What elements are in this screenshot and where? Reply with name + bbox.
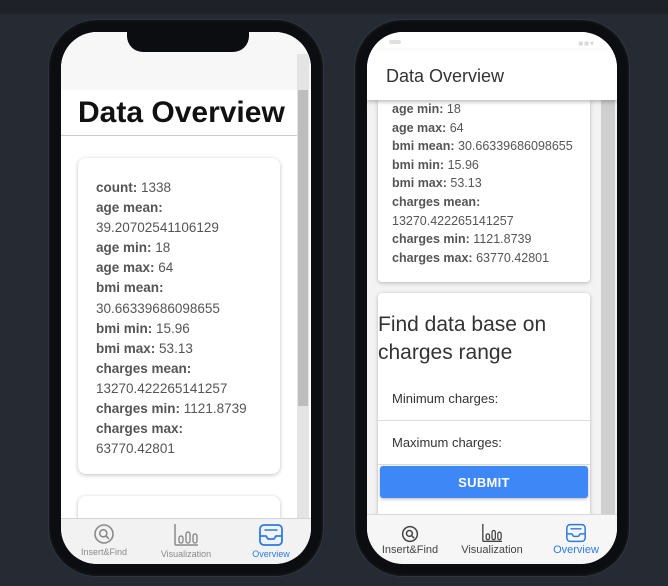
stat-charges-max: charges max: 63770.42801 <box>392 250 550 265</box>
nav-label: Overview <box>553 544 599 556</box>
right-phone-frame: ■■▾ Data Overview age min: 18 age max: 6… <box>357 22 627 574</box>
app-header: Data Overview <box>367 50 617 100</box>
nav-item-insert-find[interactable]: Insert&Find <box>367 525 455 556</box>
bar-chart-icon <box>482 523 502 542</box>
stat-charges-max: charges max: 63770.42801 <box>96 421 184 457</box>
bar-chart-icon <box>174 524 198 546</box>
stat-charges-min: charges min: 1121.8739 <box>392 232 532 247</box>
nav-label: Insert&Find <box>381 544 439 556</box>
find-section-title: Find data base on charges range <box>378 313 547 364</box>
stat-charges-mean: charges mean: 13270.422265141257 <box>392 194 514 228</box>
stat-count: count: 1338 <box>96 180 172 195</box>
stat-age-min: age min: 18 <box>392 102 461 116</box>
background-top-strip <box>0 0 668 14</box>
stat-bmi-mean: bmi mean: 30.66339686098655 <box>96 280 220 316</box>
stat-age-max: age max: 64 <box>392 120 464 135</box>
stat-bmi-max: bmi max: 53.13 <box>392 176 482 191</box>
search-icon <box>94 524 114 544</box>
status-time-placeholder <box>389 40 401 44</box>
inbox-icon <box>566 523 586 543</box>
bottom-nav: Insert&Find Visualization Overview <box>61 518 311 564</box>
maximum-charges-field[interactable]: Maximum charges: <box>378 421 590 465</box>
stat-age-mean: age mean: 39.20702541106129 <box>96 200 219 236</box>
content-area: age min: 18 age max: 64 bmi mean: 30.663… <box>367 100 617 514</box>
submit-button[interactable]: SUBMIT <box>380 466 588 498</box>
nav-label: Visualization <box>461 544 523 556</box>
page-title: Data Overview <box>78 96 285 129</box>
nav-item-visualization[interactable]: Visualization <box>447 523 537 556</box>
stat-bmi-min: bmi min: 15.96 <box>96 320 190 336</box>
minimum-charges-field[interactable]: Minimum charges: <box>378 377 590 421</box>
header-title: Data Overview <box>386 66 505 86</box>
stats-card: age min: 18 age max: 64 bmi mean: 30.663… <box>378 100 590 282</box>
right-phone-screen: ■■▾ Data Overview age min: 18 age max: 6… <box>367 32 617 564</box>
maximum-charges-input[interactable] <box>378 421 590 464</box>
left-phone-frame: Data Overview count: 1338 age mean: 39.20… <box>51 22 321 574</box>
stat-bmi-mean: bmi mean: 30.66339686098655 <box>392 139 573 154</box>
nav-label: Visualization <box>160 549 212 559</box>
stat-charges-min: charges min: 1121.8739 <box>96 401 247 417</box>
stat-bmi-max: bmi max: 53.13 <box>96 340 193 356</box>
stat-bmi-min: bmi min: 15.96 <box>392 157 479 172</box>
phone-notch <box>127 32 249 52</box>
search-icon <box>401 525 419 543</box>
nav-label: Overview <box>252 549 290 559</box>
nav-item-overview[interactable]: Overview <box>231 523 311 559</box>
inbox-icon <box>259 524 283 546</box>
nav-label: Insert&Find <box>80 547 128 557</box>
nav-item-overview[interactable]: Overview <box>531 523 617 556</box>
charges-range-card: Find data base on charges range Minimum … <box>378 293 590 514</box>
minimum-charges-input[interactable] <box>378 377 590 420</box>
stat-charges-mean: charges mean: 13270.422265141257 <box>96 360 228 396</box>
stats-card: count: 1338 age mean: 39.20702541106129 a… <box>78 158 280 474</box>
nav-item-visualization[interactable]: Visualization <box>146 523 226 559</box>
stat-age-max: age max: 64 <box>96 260 174 276</box>
left-phone-screen: Data Overview count: 1338 age mean: 39.20… <box>61 32 311 564</box>
status-icons: ■■▾ <box>578 39 595 48</box>
nav-item-insert-find[interactable]: Insert&Find <box>64 523 144 557</box>
scrollbar-track[interactable] <box>601 100 615 514</box>
title-divider <box>61 135 297 136</box>
stat-age-min: age min: 18 <box>96 240 171 256</box>
scrollbar-thumb[interactable] <box>298 90 308 406</box>
status-bar: ■■▾ <box>367 32 617 50</box>
bottom-nav: Insert&Find Visualization Overview <box>367 514 617 564</box>
